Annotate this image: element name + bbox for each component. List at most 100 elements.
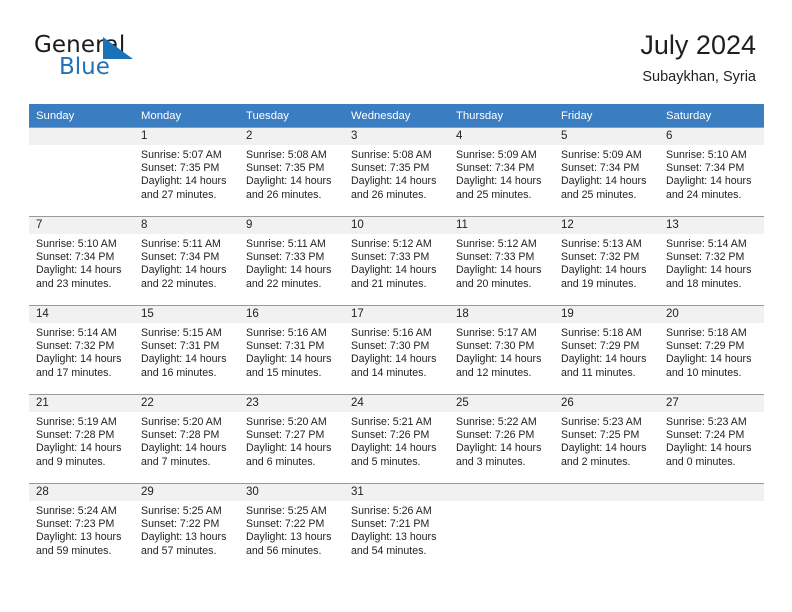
day-detail-daylight1: Daylight: 14 hours <box>36 353 122 366</box>
day-detail-sunset: Sunset: 7:22 PM <box>141 518 220 531</box>
title-block: July 2024 Subaykhan, Syria <box>640 28 756 87</box>
calendar-week-row: 7 Sunrise: 5:10 AM Sunset: 7:34 PM Daylight… <box>29 216 764 305</box>
calendar-day-cell[interactable]: 17 Sunrise: 5:16 AM Sunset: 7:30 PM Dayligh… <box>344 305 449 394</box>
day-number: 30 <box>239 483 344 501</box>
day-detail-daylight1: Daylight: 13 hours <box>36 531 122 544</box>
day-detail-sunrise: Sunrise: 5:26 AM <box>351 505 432 517</box>
calendar-head: Sunday Monday Tuesday Wednesday Thursday… <box>29 104 764 127</box>
day-number: 4 <box>449 127 554 145</box>
calendar-day-cell[interactable]: 31 Sunrise: 5:26 AM Sunset: 7:21 PM Dayligh… <box>344 483 449 572</box>
calendar-cell-empty <box>554 483 659 572</box>
weekday-header-sunday: Sunday <box>29 104 134 127</box>
weekday-header-saturday: Saturday <box>659 104 764 127</box>
day-number: 28 <box>29 483 134 501</box>
calendar-day-cell[interactable]: 23 Sunrise: 5:20 AM Sunset: 7:27 PM Dayligh… <box>239 394 344 483</box>
calendar-day-cell[interactable]: 15 Sunrise: 5:15 AM Sunset: 7:31 PM Dayligh… <box>134 305 239 394</box>
day-details: Sunrise: 5:11 AM Sunset: 7:33 PM Daylight:… <box>239 234 344 291</box>
day-detail-sunrise: Sunrise: 5:21 AM <box>351 416 432 428</box>
day-number: 15 <box>134 305 239 323</box>
calendar-day-cell[interactable]: 3 Sunrise: 5:08 AM Sunset: 7:35 PM Daylight… <box>344 127 449 216</box>
calendar-week-row: 14 Sunrise: 5:14 AM Sunset: 7:32 PM Dayligh… <box>29 305 764 394</box>
day-number <box>554 483 659 501</box>
calendar-day-cell[interactable]: 26 Sunrise: 5:23 AM Sunset: 7:25 PM Dayligh… <box>554 394 659 483</box>
calendar-day-cell[interactable]: 28 Sunrise: 5:24 AM Sunset: 7:23 PM Dayligh… <box>29 483 134 572</box>
calendar-day-cell[interactable]: 25 Sunrise: 5:22 AM Sunset: 7:26 PM Dayligh… <box>449 394 554 483</box>
day-detail-daylight2: and 17 minutes. <box>36 366 112 379</box>
calendar-day-cell[interactable]: 16 Sunrise: 5:16 AM Sunset: 7:31 PM Dayligh… <box>239 305 344 394</box>
day-detail-daylight1: Daylight: 13 hours <box>141 531 227 544</box>
day-details: Sunrise: 5:19 AM Sunset: 7:28 PM Daylight:… <box>29 412 134 469</box>
day-detail-daylight2: and 16 minutes. <box>141 366 217 379</box>
day-detail-daylight2: and 14 minutes. <box>351 366 427 379</box>
day-detail-daylight1: Daylight: 14 hours <box>456 264 542 277</box>
day-number: 17 <box>344 305 449 323</box>
day-detail-sunrise: Sunrise: 5:13 AM <box>561 238 642 250</box>
calendar-day-cell[interactable]: 19 Sunrise: 5:18 AM Sunset: 7:29 PM Dayligh… <box>554 305 659 394</box>
day-details: Sunrise: 5:26 AM Sunset: 7:21 PM Daylight:… <box>344 501 449 558</box>
day-detail-daylight1: Daylight: 14 hours <box>456 353 542 366</box>
day-number: 29 <box>134 483 239 501</box>
day-detail-sunset: Sunset: 7:26 PM <box>456 429 535 442</box>
day-details: Sunrise: 5:09 AM Sunset: 7:34 PM Daylight:… <box>554 145 659 202</box>
calendar-day-cell[interactable]: 10 Sunrise: 5:12 AM Sunset: 7:33 PM Dayligh… <box>344 216 449 305</box>
day-number: 18 <box>449 305 554 323</box>
day-detail-daylight1: Daylight: 14 hours <box>456 442 542 455</box>
day-detail-sunrise: Sunrise: 5:07 AM <box>141 149 222 161</box>
calendar-day-cell[interactable]: 13 Sunrise: 5:14 AM Sunset: 7:32 PM Dayligh… <box>659 216 764 305</box>
calendar-day-cell[interactable]: 11 Sunrise: 5:12 AM Sunset: 7:33 PM Dayligh… <box>449 216 554 305</box>
day-details: Sunrise: 5:07 AM Sunset: 7:35 PM Daylight:… <box>134 145 239 202</box>
day-number: 11 <box>449 216 554 234</box>
calendar-day-cell[interactable]: 4 Sunrise: 5:09 AM Sunset: 7:34 PM Daylight… <box>449 127 554 216</box>
calendar-day-cell[interactable]: 12 Sunrise: 5:13 AM Sunset: 7:32 PM Dayligh… <box>554 216 659 305</box>
day-number <box>449 483 554 501</box>
day-detail-sunrise: Sunrise: 5:18 AM <box>666 327 747 339</box>
brand-logo[interactable]: General Blue <box>34 33 254 89</box>
calendar-week-row: 1 Sunrise: 5:07 AM Sunset: 7:35 PM Daylight… <box>29 127 764 216</box>
day-detail-daylight2: and 59 minutes. <box>36 544 112 557</box>
calendar-day-cell[interactable]: 30 Sunrise: 5:25 AM Sunset: 7:22 PM Dayligh… <box>239 483 344 572</box>
day-number: 16 <box>239 305 344 323</box>
day-details: Sunrise: 5:14 AM Sunset: 7:32 PM Daylight:… <box>659 234 764 291</box>
calendar-day-cell[interactable]: 21 Sunrise: 5:19 AM Sunset: 7:28 PM Dayligh… <box>29 394 134 483</box>
calendar-day-cell[interactable]: 14 Sunrise: 5:14 AM Sunset: 7:32 PM Dayligh… <box>29 305 134 394</box>
day-detail-daylight2: and 18 minutes. <box>666 277 742 290</box>
calendar-day-cell[interactable]: 18 Sunrise: 5:17 AM Sunset: 7:30 PM Dayligh… <box>449 305 554 394</box>
calendar-day-cell[interactable]: 29 Sunrise: 5:25 AM Sunset: 7:22 PM Dayligh… <box>134 483 239 572</box>
calendar-day-cell[interactable]: 20 Sunrise: 5:18 AM Sunset: 7:29 PM Dayligh… <box>659 305 764 394</box>
day-detail-sunrise: Sunrise: 5:12 AM <box>456 238 537 250</box>
day-detail-daylight2: and 26 minutes. <box>351 188 427 201</box>
calendar-day-cell[interactable]: 5 Sunrise: 5:09 AM Sunset: 7:34 PM Daylight… <box>554 127 659 216</box>
calendar-day-cell[interactable]: 24 Sunrise: 5:21 AM Sunset: 7:26 PM Dayligh… <box>344 394 449 483</box>
day-detail-daylight1: Daylight: 14 hours <box>666 353 752 366</box>
day-details: Sunrise: 5:09 AM Sunset: 7:34 PM Daylight:… <box>449 145 554 202</box>
weekday-header-monday: Monday <box>134 104 239 127</box>
day-detail-sunset: Sunset: 7:21 PM <box>351 518 430 531</box>
calendar-cell-empty <box>659 483 764 572</box>
day-detail-sunrise: Sunrise: 5:20 AM <box>141 416 222 428</box>
calendar-day-cell[interactable]: 27 Sunrise: 5:23 AM Sunset: 7:24 PM Dayligh… <box>659 394 764 483</box>
day-detail-sunrise: Sunrise: 5:18 AM <box>561 327 642 339</box>
calendar-day-cell[interactable]: 8 Sunrise: 5:11 AM Sunset: 7:34 PM Daylight… <box>134 216 239 305</box>
day-number <box>29 127 134 145</box>
calendar-body: 1 Sunrise: 5:07 AM Sunset: 7:35 PM Daylight… <box>29 127 764 572</box>
day-details: Sunrise: 5:25 AM Sunset: 7:22 PM Daylight:… <box>239 501 344 558</box>
day-details: Sunrise: 5:23 AM Sunset: 7:24 PM Daylight:… <box>659 412 764 469</box>
day-number: 22 <box>134 394 239 412</box>
day-detail-daylight2: and 21 minutes. <box>351 277 427 290</box>
calendar-day-cell[interactable]: 2 Sunrise: 5:08 AM Sunset: 7:35 PM Daylight… <box>239 127 344 216</box>
calendar-day-cell[interactable]: 22 Sunrise: 5:20 AM Sunset: 7:28 PM Dayligh… <box>134 394 239 483</box>
day-detail-sunset: Sunset: 7:34 PM <box>561 162 640 175</box>
day-detail-daylight1: Daylight: 14 hours <box>141 353 227 366</box>
day-detail-sunset: Sunset: 7:33 PM <box>351 251 430 264</box>
calendar-day-cell[interactable]: 6 Sunrise: 5:10 AM Sunset: 7:34 PM Daylight… <box>659 127 764 216</box>
page-title: July 2024 <box>640 30 756 60</box>
day-details: Sunrise: 5:15 AM Sunset: 7:31 PM Daylight:… <box>134 323 239 380</box>
day-details: Sunrise: 5:12 AM Sunset: 7:33 PM Daylight:… <box>449 234 554 291</box>
calendar-cell-empty <box>449 483 554 572</box>
day-detail-daylight2: and 11 minutes. <box>561 366 636 379</box>
calendar-day-cell[interactable]: 9 Sunrise: 5:11 AM Sunset: 7:33 PM Daylight… <box>239 216 344 305</box>
day-details: Sunrise: 5:20 AM Sunset: 7:27 PM Daylight:… <box>239 412 344 469</box>
day-number <box>659 483 764 501</box>
calendar-day-cell[interactable]: 7 Sunrise: 5:10 AM Sunset: 7:34 PM Daylight… <box>29 216 134 305</box>
calendar-day-cell[interactable]: 1 Sunrise: 5:07 AM Sunset: 7:35 PM Daylight… <box>134 127 239 216</box>
